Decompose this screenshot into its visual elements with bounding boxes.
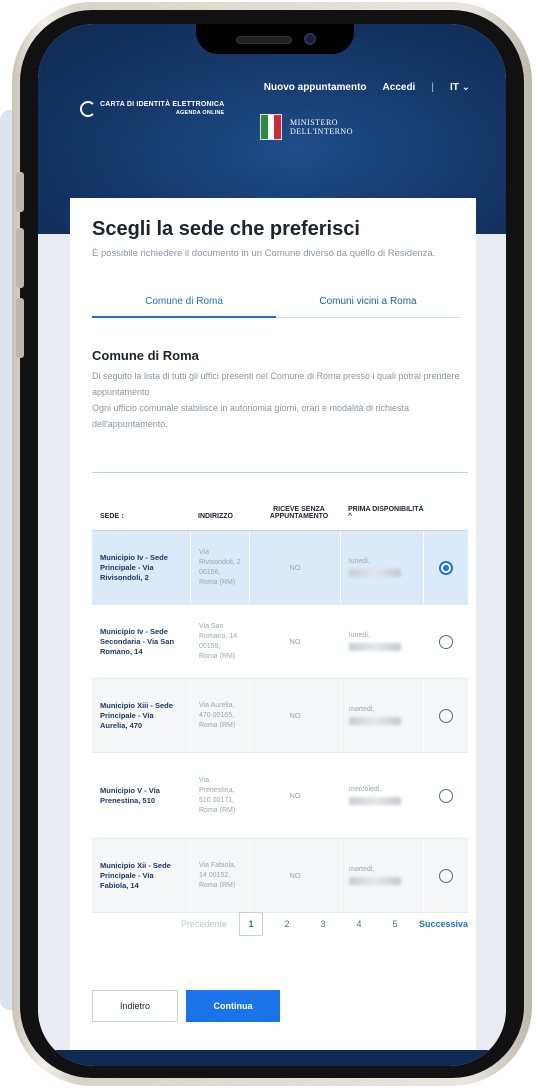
pagination-page-3[interactable]: 3	[311, 919, 335, 929]
pagination-page-4[interactable]: 4	[347, 919, 371, 929]
blurred-date	[349, 797, 401, 805]
pagination-page-1[interactable]: 1	[238, 912, 263, 936]
language-selector[interactable]: IT ⌄	[450, 82, 470, 93]
page-title: Scegli la sede che preferisci	[92, 218, 360, 240]
cell-senza-appuntamento: NO	[289, 563, 301, 572]
table-row[interactable]: Municipio Xiii - Sede Principale - Via A…	[92, 679, 468, 753]
cell-disponibilita: martedì,	[340, 679, 424, 752]
cie-logo-line2: AGENDA ONLINE	[175, 110, 225, 116]
cell-senza-appuntamento: NO	[289, 791, 301, 800]
radio-select-office[interactable]	[439, 634, 453, 649]
blurred-date	[349, 877, 401, 885]
radio-select-office[interactable]	[439, 708, 453, 723]
italian-flag-icon	[260, 114, 282, 140]
disponibilita-day: lunedì,	[349, 632, 371, 639]
table-row[interactable]: Municipio Iv - Sede Principale - Via Riv…	[92, 531, 468, 605]
header-senza-appuntamento: RICEVE SENZA APPUNTAMENTO	[269, 506, 329, 520]
cie-logo-icon	[80, 101, 96, 117]
nav-separator: |	[431, 82, 434, 93]
section-description-line1: Di seguito la lista di tutti gli uffici …	[92, 371, 460, 397]
cell-select	[424, 839, 468, 912]
pagination: Precedente 1 2 3 4 5 Successiva	[92, 912, 468, 936]
table-header: SEDE ↕ INDIRIZZO RICEVE SENZA APPUNTAMEN…	[92, 473, 468, 531]
footer-bar	[38, 1050, 506, 1066]
phone-screen: Nuovo appuntamento Accedi | IT ⌄ CARTA D…	[38, 24, 506, 1066]
table-row[interactable]: Municipio Iv - Sede Secondaria - Via San…	[92, 605, 468, 679]
phone-side-button	[16, 172, 24, 212]
cell-sede: Municipio Iv - Sede Secondaria - Via San…	[100, 626, 175, 656]
tab-comune-di-roma[interactable]: Comune di Roma	[92, 290, 276, 318]
offices-table: SEDE ↕ INDIRIZZO RICEVE SENZA APPUNTAMEN…	[92, 472, 468, 913]
cie-logo[interactable]: CARTA DI IDENTITÀ ELETTRONICA AGENDA ONL…	[80, 100, 224, 118]
header-prima-disponibilita[interactable]: PRIMA DISPONIBILITÀ ^	[340, 506, 424, 520]
ministry-name: MINISTERO DELL'INTERNO	[290, 118, 353, 136]
cell-indirizzo: Via Rivisondoli, 2 00156, Roma (RM)	[190, 531, 250, 604]
top-nav: Nuovo appuntamento Accedi | IT ⌄	[264, 82, 470, 93]
tab-bar: Comune di Roma Comuni vicini a Roma	[92, 290, 460, 318]
language-label: IT	[449, 82, 459, 93]
continue-button[interactable]: Continua	[186, 990, 280, 1022]
cell-senza-appuntamento: NO	[289, 711, 301, 720]
section-title: Comune di Roma	[92, 348, 199, 363]
blurred-date	[349, 569, 401, 577]
cie-logo-line1: CARTA DI IDENTITÀ ELETTRONICA	[100, 101, 225, 108]
radio-select-office[interactable]	[439, 788, 453, 803]
chevron-down-icon: ⌄	[461, 82, 470, 93]
cie-logo-text: CARTA DI IDENTITÀ ELETTRONICA AGENDA ONL…	[100, 100, 224, 118]
cell-indirizzo: Via Prenestina, 510 00171, Roma (RM)	[190, 753, 250, 838]
speaker-grille	[236, 36, 292, 44]
table-row[interactable]: Municipio Xii - Sede Principale - Via Fa…	[92, 839, 468, 913]
cell-sede: Municipio Iv - Sede Principale - Via Riv…	[100, 552, 168, 582]
pagination-prev[interactable]: Precedente	[181, 919, 227, 929]
main-card: Scegli la sede che preferisci È possibil…	[70, 198, 476, 1054]
cell-select	[424, 679, 468, 752]
page-subtitle: È possibile richiedere il documento in u…	[92, 248, 436, 259]
ministry-line1: MINISTERO	[290, 118, 339, 127]
pagination-next[interactable]: Successiva	[419, 919, 468, 929]
disponibilita-day: martedì,	[349, 706, 375, 713]
cell-select	[424, 605, 468, 678]
cell-disponibilita: mercoledì,	[340, 753, 424, 838]
tab-comuni-vicini[interactable]: Comuni vicini a Roma	[276, 290, 460, 317]
phone-volume-up	[16, 228, 24, 288]
ministry-logo: MINISTERO DELL'INTERNO	[260, 114, 353, 140]
cell-indirizzo: Via Fabiola, 14 00152, Roma (RM)	[190, 839, 250, 912]
radio-select-office[interactable]	[439, 868, 453, 883]
cell-sede: Municipio Xiii - Sede Principale - Via A…	[100, 700, 173, 730]
table-row[interactable]: Municipio V - Via Prenestina, 510 Via Pr…	[92, 753, 468, 839]
section-description-line2: Ogni ufficio comunale stabilisce in auto…	[92, 403, 409, 429]
cell-sede: Municipio V - Via Prenestina, 510	[100, 785, 160, 805]
section-description: Di seguito la lista di tutti gli uffici …	[92, 368, 464, 432]
blurred-date	[349, 717, 401, 725]
header-sede[interactable]: SEDE ↕	[92, 513, 190, 520]
phone-notch	[196, 24, 354, 54]
blurred-date	[349, 643, 401, 651]
cell-disponibilita: lunedì,	[340, 531, 424, 604]
cell-indirizzo: Via San Romano, 14 00159, Roma (RM)	[190, 605, 250, 678]
disponibilita-day: lunedì,	[349, 558, 371, 565]
cell-senza-appuntamento: NO	[289, 637, 301, 646]
pagination-page-5[interactable]: 5	[383, 919, 407, 929]
cell-disponibilita: lunedì,	[340, 605, 424, 678]
phone-volume-down	[16, 298, 24, 358]
cell-senza-appuntamento: NO	[289, 871, 301, 880]
phone-frame: Nuovo appuntamento Accedi | IT ⌄ CARTA D…	[12, 2, 532, 1086]
pagination-page-2[interactable]: 2	[275, 919, 299, 929]
radio-select-office[interactable]	[439, 560, 453, 575]
disponibilita-day: mercoledì,	[349, 786, 382, 793]
ministry-line2: DELL'INTERNO	[290, 127, 353, 136]
disponibilita-day: martedì,	[349, 866, 375, 873]
cell-sede: Municipio Xii - Sede Principale - Via Fa…	[100, 860, 171, 890]
front-camera	[304, 33, 316, 45]
cell-select	[424, 753, 468, 838]
cell-indirizzo: Via Aurelia, 470 00165, Roma (RM)	[190, 679, 250, 752]
back-button[interactable]: Indietro	[92, 990, 178, 1022]
cell-disponibilita: martedì,	[340, 839, 424, 912]
nav-login[interactable]: Accedi	[383, 82, 416, 93]
header-indirizzo: INDIRIZZO	[198, 513, 233, 520]
nav-new-appointment[interactable]: Nuovo appuntamento	[264, 82, 367, 93]
cell-select	[424, 531, 468, 604]
